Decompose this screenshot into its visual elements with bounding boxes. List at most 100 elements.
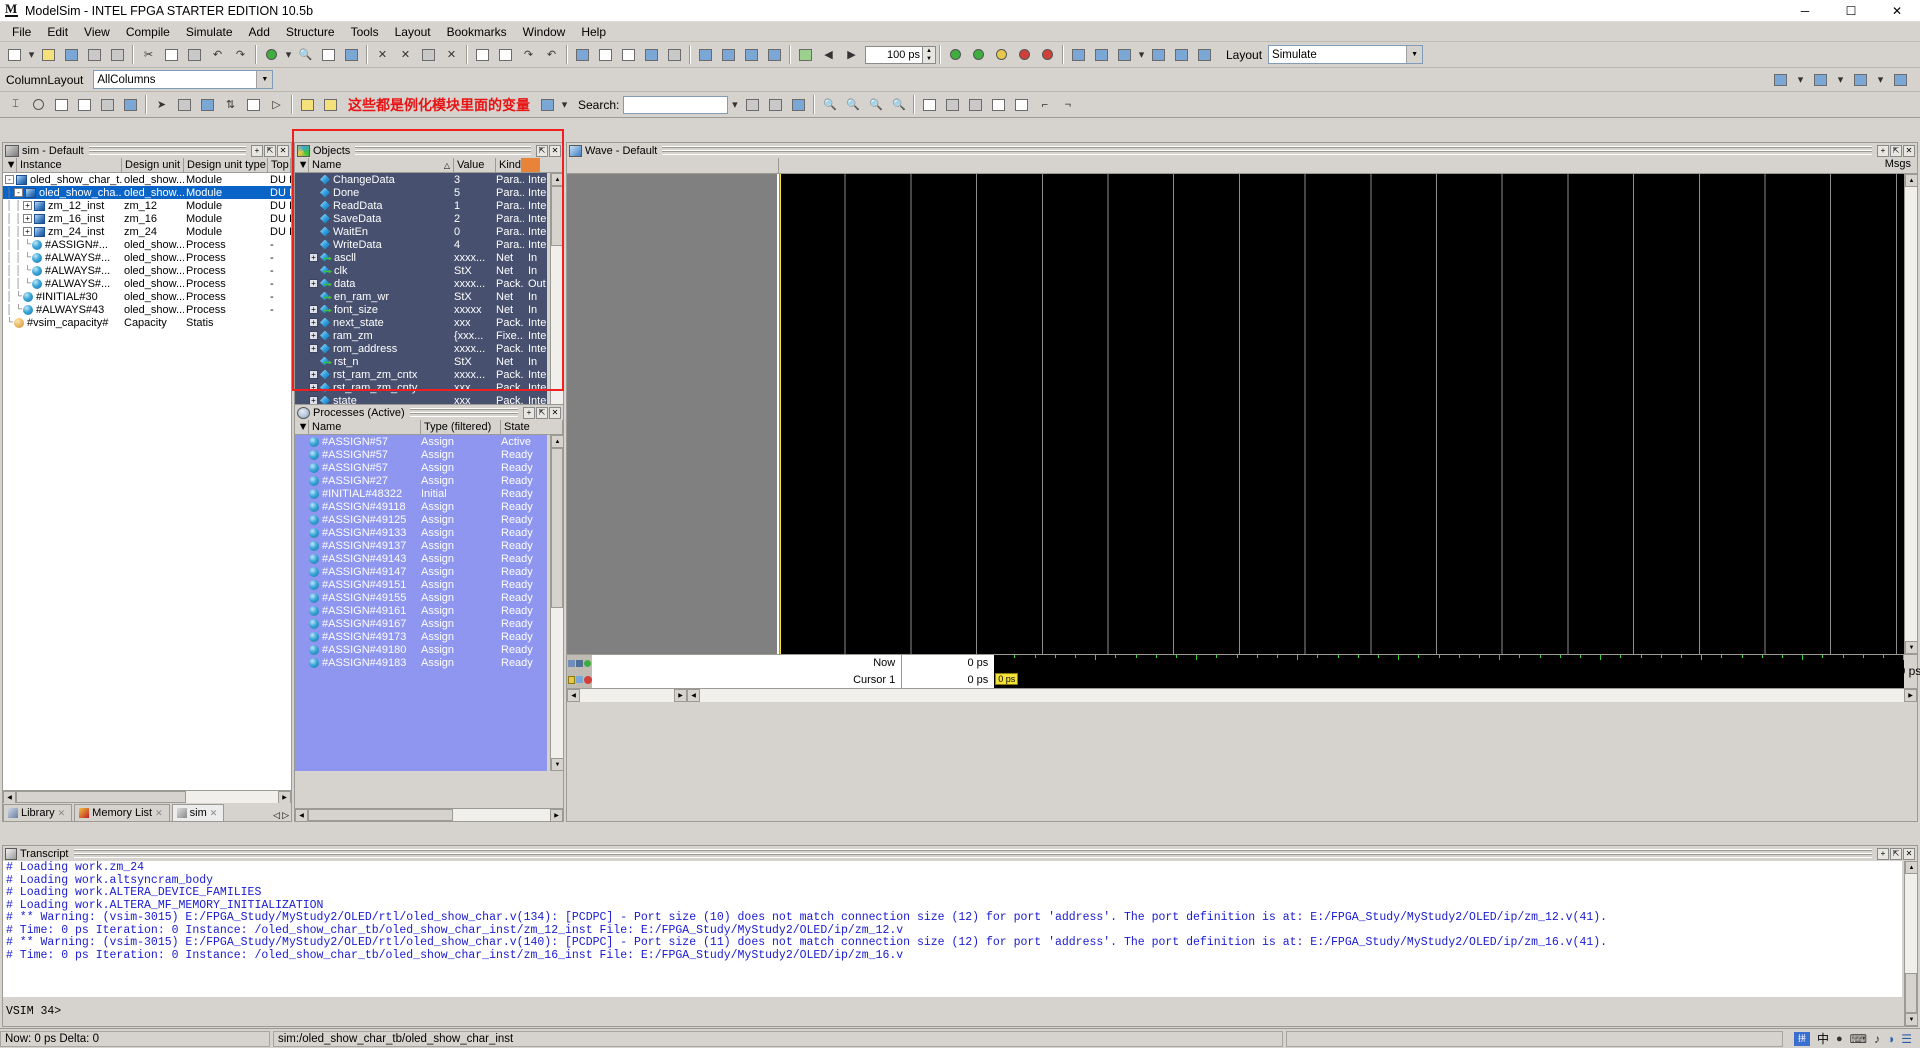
sim-panel-close-icon[interactable]: ✕ <box>277 144 289 157</box>
objects-row[interactable]: + data xxxx... Pack... Out <box>295 277 547 290</box>
object-expander-icon[interactable]: + <box>309 253 318 262</box>
sim-tree-row[interactable]: │ │ └ #ALWAYS#... oled_show... Process - <box>3 277 291 290</box>
sim-tree-row[interactable]: ││+zm_24_instzm_24ModuleDU In <box>3 225 291 238</box>
objects-row[interactable]: SaveData 2 Para... Internal <box>295 212 547 225</box>
ime-mode-icon[interactable]: 中 <box>1817 1030 1829 1047</box>
objects-row[interactable]: + rst_ram_zm_cntx xxxx... Pack... Internal <box>295 368 547 381</box>
tab-library-close-icon[interactable]: ✕ <box>58 808 66 819</box>
break-sim-icon[interactable] <box>1014 44 1035 65</box>
expand-icon[interactable] <box>197 94 218 115</box>
wave-icon[interactable]: ↷ <box>518 44 539 65</box>
wave-vscroll-down-icon[interactable]: ▼ <box>1905 641 1918 654</box>
radix-icon[interactable] <box>51 94 72 115</box>
objects-row[interactable]: ReadData 1 Para... Internal <box>295 199 547 212</box>
wave-view2-icon[interactable] <box>942 94 963 115</box>
sim-col-top-category[interactable]: Top C <box>268 158 291 172</box>
objects-row[interactable]: WriteData 4 Para... Internal <box>295 238 547 251</box>
tab-sim-close-icon[interactable]: ✕ <box>210 808 218 819</box>
tree-expander-icon[interactable]: + <box>23 201 32 210</box>
objects-row[interactable]: + rst_ram_zm_cnty xxx Pack... Internal <box>295 381 547 394</box>
wave-left-hscrollbar[interactable]: ◀ ▶ <box>567 689 687 702</box>
transcript-vscrollbar[interactable]: ▲ ▼ <box>1904 861 1918 1026</box>
add-wave2-icon[interactable] <box>320 94 341 115</box>
processes-panel-close-icon[interactable]: ✕ <box>549 406 561 419</box>
objects-col-mode[interactable] <box>522 158 540 172</box>
tree-expander-icon[interactable]: + <box>23 227 32 236</box>
annotate-extra-dropdown-icon[interactable]: ▾ <box>560 94 569 115</box>
minimize-button[interactable]: ─ <box>1782 0 1828 22</box>
processes-col-name[interactable]: Name <box>309 420 421 434</box>
transcript-grip[interactable] <box>73 849 1872 858</box>
annotate-extra-icon[interactable] <box>537 94 558 115</box>
transcript-vscroll-down-icon[interactable]: ▼ <box>1905 1013 1918 1026</box>
list-icon[interactable] <box>618 44 639 65</box>
processes-hscroll-thumb[interactable] <box>308 809 453 821</box>
objects-col-kind[interactable]: Kind <box>496 158 522 172</box>
objects-row[interactable]: + rom_address xxxx... Pack... Internal <box>295 342 547 355</box>
tree-expander-icon[interactable]: + <box>23 214 32 223</box>
cursor-add-icon[interactable] <box>1068 44 1089 65</box>
sim-tree-row[interactable]: │ - oled_show_cha... oled_show... Module DU I… <box>3 186 291 199</box>
memory-icon[interactable] <box>572 44 593 65</box>
group-icon[interactable] <box>243 94 264 115</box>
run-all-sim-icon[interactable] <box>991 44 1012 65</box>
maximize-button[interactable]: ☐ <box>1828 0 1874 22</box>
stop-icon[interactable]: ✕ <box>441 44 462 65</box>
cursor-del-icon[interactable] <box>1091 44 1112 65</box>
menu-file[interactable]: File <box>4 23 39 41</box>
wave-now-icon2[interactable] <box>576 659 583 667</box>
paint-icon[interactable] <box>120 94 141 115</box>
tab-scroll-right-icon[interactable]: ▷ <box>282 810 289 821</box>
redo-icon[interactable]: ↷ <box>230 44 251 65</box>
search-next-icon[interactable] <box>765 94 786 115</box>
objects-row[interactable]: ChangeData 3 Para... Internal <box>295 173 547 186</box>
wave-left-hscroll-left-icon[interactable]: ◀ <box>567 689 580 702</box>
menu-tools[interactable]: Tools <box>343 23 387 41</box>
menu-edit[interactable]: Edit <box>39 23 76 41</box>
wave-zoom-in-icon[interactable]: 🔍 <box>819 94 840 115</box>
tab-scroll-left-icon[interactable]: ◁ <box>273 810 280 821</box>
sim-tree-row[interactable]: │ │ └ #ALWAYS#... oled_show... Process - <box>3 264 291 277</box>
objects-list[interactable]: ChangeData 3 Para... Internal Done 5 Para... In… <box>295 173 547 422</box>
processes-panel-add-icon[interactable]: + <box>523 406 535 419</box>
user-icon[interactable]: ◑ <box>1887 1032 1894 1046</box>
processes-hscroll-right-icon[interactable]: ▶ <box>550 809 563 822</box>
processes-row[interactable]: #ASSIGN#49151 Assign Ready <box>295 578 547 591</box>
cursor-next-icon[interactable] <box>1171 44 1192 65</box>
lock-icon[interactable] <box>568 675 575 684</box>
processes-row[interactable]: #ASSIGN#49180 Assign Ready <box>295 643 547 656</box>
column-config3-icon[interactable] <box>1810 69 1831 90</box>
wave-right-hscroll-track[interactable] <box>700 689 1904 702</box>
wave-vscroll-track[interactable] <box>1905 187 1917 641</box>
processes-vscroll-track[interactable] <box>551 608 563 758</box>
cursor-lock-icon[interactable] <box>1194 44 1215 65</box>
wave-view4-icon[interactable] <box>988 94 1009 115</box>
tree-expander-icon[interactable]: - <box>5 175 14 184</box>
tree-expander-icon[interactable]: - <box>14 188 23 197</box>
sort-icon[interactable]: ⇅ <box>220 94 241 115</box>
wave-view3-icon[interactable] <box>965 94 986 115</box>
layout-combo[interactable]: Simulate ▼ <box>1268 45 1424 64</box>
object-expander-icon[interactable]: + <box>309 331 318 340</box>
search-prev-icon[interactable] <box>742 94 763 115</box>
sim-hscroll-track[interactable] <box>186 791 278 803</box>
step-forward-icon[interactable]: ▶ <box>841 44 862 65</box>
processes-row[interactable]: #INITIAL#48322 Initial Ready <box>295 487 547 500</box>
print-preview-icon[interactable] <box>107 44 128 65</box>
objects-filter-icon[interactable]: ▼ <box>295 158 309 172</box>
wrench-icon[interactable] <box>576 676 583 683</box>
menu-simulate[interactable]: Simulate <box>178 23 241 41</box>
objects-row[interactable]: rst_n StX Net In <box>295 355 547 368</box>
cursor-dropdown-icon[interactable]: ▾ <box>1137 44 1146 65</box>
sim-filter-icon[interactable]: ▼ <box>3 158 17 172</box>
transcript-close-icon[interactable]: ✕ <box>1903 847 1915 860</box>
objects-col-name[interactable]: Name △ <box>309 158 454 172</box>
processes-panel-grip[interactable] <box>409 408 518 417</box>
wave-right-hscrollbar[interactable]: ◀ ▶ <box>687 689 1917 702</box>
processes-row[interactable]: #ASSIGN#27 Assign Ready <box>295 474 547 487</box>
ime-punct-icon[interactable]: ● <box>1836 1033 1843 1045</box>
processes-row[interactable]: #ASSIGN#49133 Assign Ready <box>295 526 547 539</box>
profile-icon[interactable] <box>664 44 685 65</box>
menu-bookmarks[interactable]: Bookmarks <box>439 23 515 41</box>
transcript-undock-icon[interactable]: ⇱ <box>1890 847 1902 860</box>
